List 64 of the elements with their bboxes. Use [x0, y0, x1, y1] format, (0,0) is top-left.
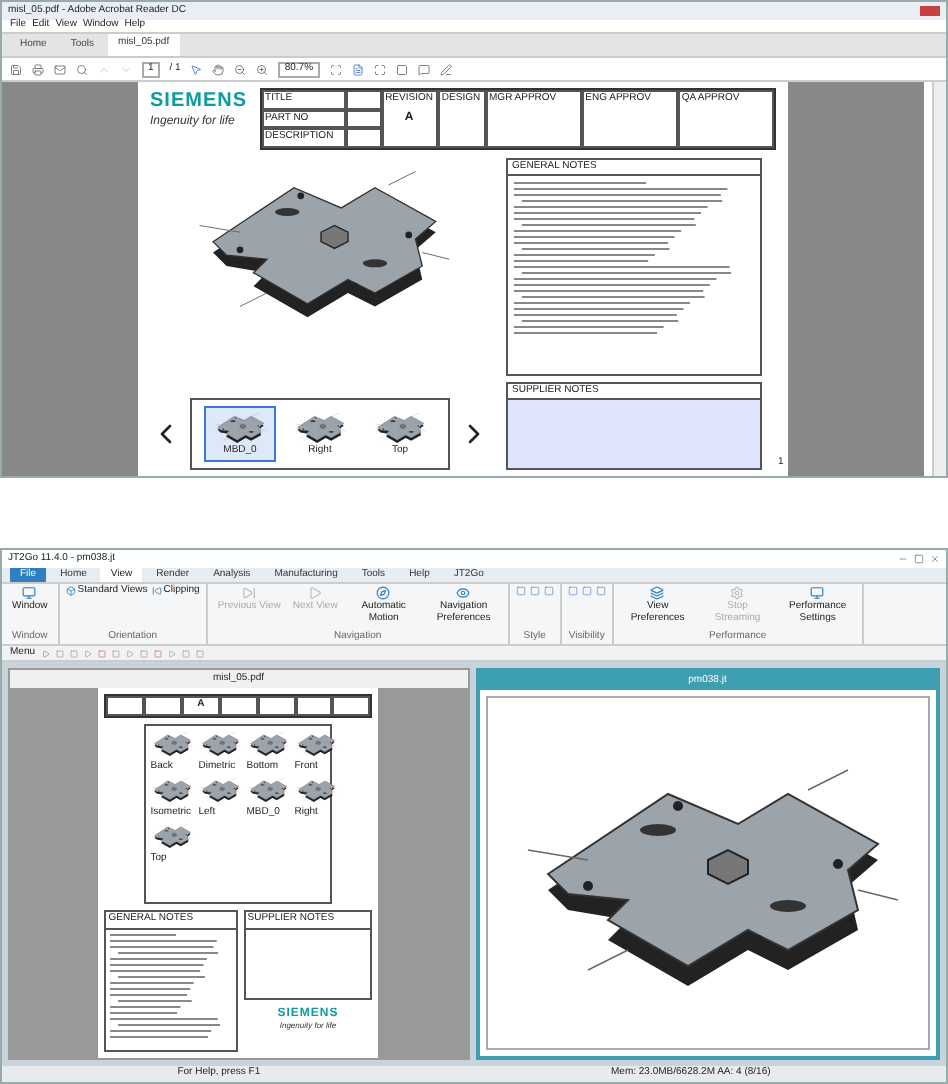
square-icon[interactable] — [543, 586, 554, 596]
cursor-icon[interactable] — [190, 63, 203, 75]
square-icon[interactable] — [581, 586, 592, 596]
maximize-icon[interactable] — [914, 554, 924, 564]
square-icon[interactable] — [515, 586, 526, 596]
part-thumbnail-drawing — [246, 730, 291, 758]
square-icon[interactable] — [595, 586, 606, 596]
toolbar-icon[interactable] — [111, 649, 120, 657]
zoom-in-icon[interactable] — [256, 63, 269, 75]
scrollbar[interactable] — [932, 82, 946, 476]
mail-icon[interactable] — [54, 63, 66, 75]
print-icon[interactable] — [32, 63, 44, 75]
minimize-icon[interactable] — [898, 554, 908, 564]
save-icon[interactable] — [10, 63, 22, 75]
table-cell — [144, 696, 182, 716]
zoom-out-icon[interactable] — [234, 63, 247, 75]
toolbar-icon[interactable] — [181, 649, 190, 657]
part-thumbnail-drawing — [150, 822, 195, 850]
square-icon[interactable] — [567, 586, 578, 596]
table-cell — [219, 696, 258, 716]
page-icon[interactable] — [351, 63, 364, 75]
toolbar-icon[interactable] — [97, 649, 106, 657]
toolbar-icon[interactable] — [153, 649, 162, 657]
toolbar-icon[interactable] — [69, 649, 78, 657]
part-thumbnail-drawing — [294, 730, 339, 758]
monitor-icon — [22, 586, 37, 600]
part-thumbnail-drawing — [246, 776, 291, 804]
play-icon — [308, 586, 323, 600]
comment-icon[interactable] — [417, 63, 430, 75]
table-cell — [295, 696, 333, 716]
part-thumbnail-drawing — [198, 776, 243, 804]
skip-forward-icon — [242, 586, 257, 600]
part-thumbnail-drawing — [150, 730, 195, 758]
pen-icon[interactable] — [439, 63, 452, 75]
layers-icon — [650, 586, 665, 600]
cube-icon — [65, 586, 76, 597]
monitor-icon — [810, 586, 825, 600]
hand-icon[interactable] — [212, 63, 225, 75]
search-icon[interactable] — [76, 63, 88, 75]
gear-icon — [730, 586, 745, 600]
part-thumbnail-drawing — [372, 410, 428, 445]
table-cell — [106, 696, 145, 716]
part-thumbnail-drawing — [212, 410, 268, 445]
table-cell — [332, 696, 371, 716]
previous-page-icon[interactable] — [98, 63, 110, 75]
skip-back-icon — [151, 586, 162, 597]
toolbar-icon[interactable] — [55, 649, 64, 657]
part-thumbnail-drawing — [198, 730, 243, 758]
logo: SIEMENS — [150, 92, 248, 112]
part-thumbnail-drawing — [292, 410, 348, 445]
square-icon[interactable] — [529, 586, 540, 596]
toolbar-icon[interactable] — [167, 649, 176, 657]
toolbar-icon[interactable] — [125, 649, 134, 657]
toolbar-icon[interactable] — [139, 649, 148, 657]
eye-icon — [456, 586, 471, 600]
table-cell — [257, 696, 296, 716]
part-thumbnail-drawing — [150, 776, 195, 804]
toolbar-icon[interactable] — [41, 649, 50, 657]
part-thumbnail-drawing — [294, 776, 339, 804]
compass-icon — [376, 586, 391, 600]
notes-text-drawing — [110, 933, 221, 1041]
toolbar-icon[interactable] — [83, 649, 92, 657]
toolbar-icon[interactable] — [195, 649, 204, 657]
next-page-icon[interactable] — [120, 63, 132, 75]
